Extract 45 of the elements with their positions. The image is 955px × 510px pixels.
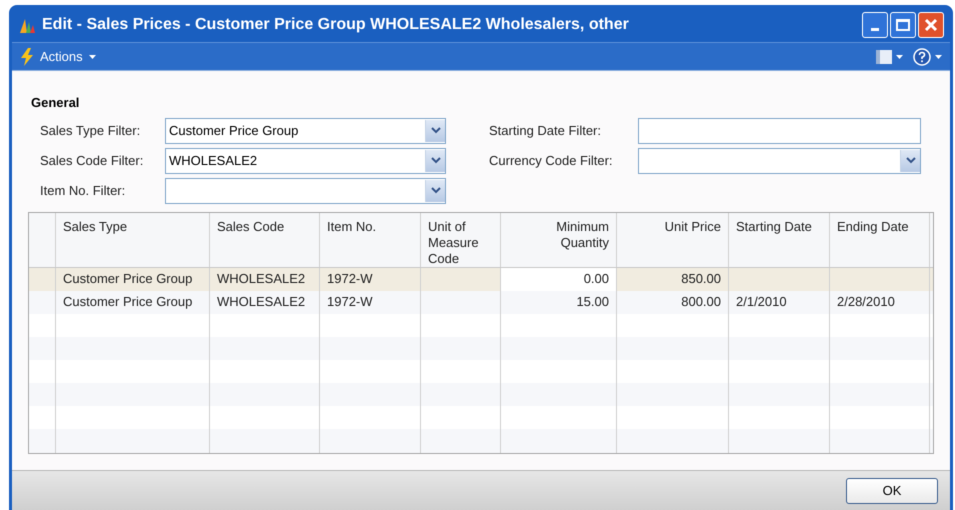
field-label: Item No. Filter: bbox=[40, 182, 126, 200]
window-title: Edit - Sales Prices - Customer Price Group WHOLESALE2 Wholesalers, other bbox=[42, 15, 630, 35]
field-label: Currency Code Filter: bbox=[489, 152, 614, 170]
column-header[interactable]: Minimum Quantity bbox=[508, 218, 609, 266]
help-menu-button[interactable] bbox=[913, 48, 942, 66]
column-header[interactable]: Unit of Measure Code bbox=[428, 218, 488, 266]
close-icon bbox=[924, 18, 938, 32]
close-button[interactable] bbox=[918, 12, 944, 38]
dropdown-field[interactable]: Customer Price Group bbox=[165, 118, 446, 144]
table-row[interactable]: Customer Price Group WHOLESALE2 1972-W 0.00 850.00 bbox=[29, 268, 933, 291]
input-field[interactable] bbox=[638, 118, 921, 144]
table-row[interactable]: Customer Price Group WHOLESALE2 1972-W 15.00 800.00 2/1/2010 2/28/2010 bbox=[29, 290, 933, 314]
field-label: Sales Code Filter: bbox=[40, 152, 144, 170]
dropdown-button[interactable] bbox=[425, 180, 445, 202]
maximize-button[interactable] bbox=[890, 12, 916, 38]
dropdown-field[interactable]: WHOLESALE2 bbox=[165, 148, 446, 174]
dropdown-field[interactable] bbox=[165, 178, 446, 204]
field-label: Sales Type Filter: bbox=[40, 122, 142, 140]
column-header[interactable]: Item No. bbox=[327, 218, 376, 266]
column-header[interactable]: Unit Price bbox=[664, 218, 721, 266]
chevron-down-icon bbox=[430, 157, 440, 164]
caret-icon bbox=[935, 54, 942, 58]
ok-button[interactable]: OK bbox=[846, 478, 938, 504]
caret-icon bbox=[88, 54, 96, 58]
dropdown-field[interactable] bbox=[638, 148, 921, 174]
column-header[interactable]: Sales Code bbox=[217, 218, 284, 266]
dropdown-button[interactable] bbox=[425, 150, 445, 172]
field-label: Starting Date Filter: bbox=[489, 122, 602, 140]
column-header[interactable]: Sales Type bbox=[63, 218, 128, 266]
panel-icon bbox=[876, 50, 892, 64]
actions-menu[interactable]: Actions bbox=[20, 46, 96, 66]
help-icon bbox=[913, 48, 931, 66]
chevron-down-icon bbox=[430, 187, 440, 194]
chevron-down-icon bbox=[430, 127, 440, 134]
lightning-icon bbox=[20, 48, 34, 66]
section-title: General bbox=[31, 94, 80, 112]
caret-icon bbox=[896, 54, 903, 58]
column-header[interactable]: Ending Date bbox=[837, 218, 909, 266]
layout-menu-button[interactable] bbox=[876, 50, 903, 64]
chevron-down-icon bbox=[906, 157, 916, 164]
dropdown-button[interactable] bbox=[425, 120, 445, 142]
table-cell: 0.00 bbox=[501, 268, 617, 291]
column-header[interactable]: Starting Date bbox=[736, 218, 812, 266]
dropdown-button[interactable] bbox=[900, 150, 920, 172]
minimize-button[interactable] bbox=[862, 12, 888, 38]
